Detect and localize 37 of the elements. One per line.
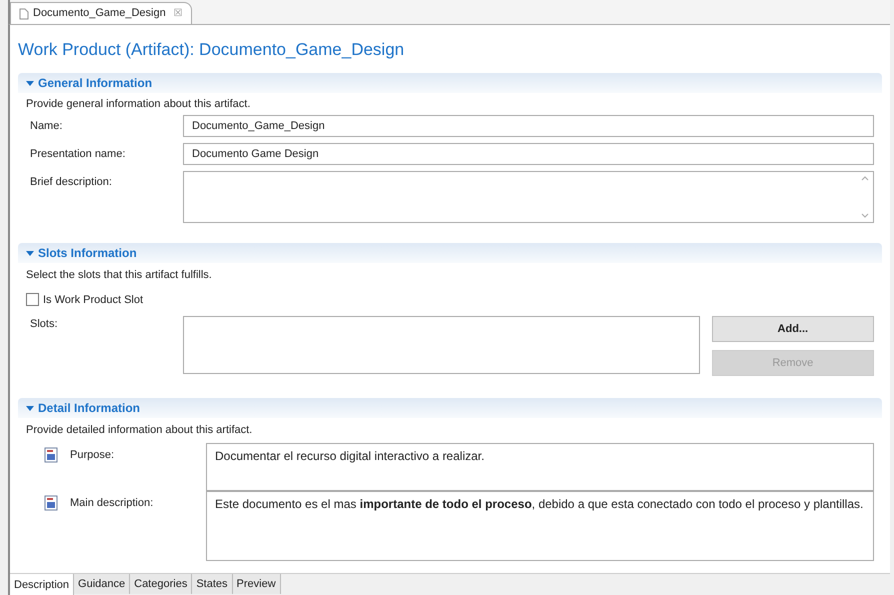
field-label: Purpose:: [70, 448, 114, 462]
page-tab[interactable]: States: [192, 574, 233, 594]
section-title[interactable]: General Information: [38, 74, 152, 92]
field-label: Presentation name:: [29, 147, 126, 162]
page-title: Work Product (Artifact): Documento_Game_Design: [17, 39, 406, 61]
collapse-caret-icon[interactable]: [26, 78, 34, 86]
section-title[interactable]: Slots Information: [38, 244, 137, 262]
checkbox-label: Is Work Product Slot: [43, 292, 144, 308]
slots-list[interactable]: [183, 316, 700, 374]
page-tab[interactable]: Guidance: [74, 574, 130, 594]
field-label: Name:: [29, 119, 64, 134]
collapse-caret-icon[interactable]: [26, 404, 34, 412]
rich-text-field[interactable]: Este documento es el mas importante de todo el proceso, debido a que esta conectado con todo el proceso y plantillas.: [206, 490, 874, 560]
section-title[interactable]: Detail Information: [38, 399, 140, 417]
tab-title: Documento_Game_Design: [33, 6, 166, 22]
field-label: Main description:: [70, 496, 154, 510]
text-field[interactable]: Documento Game Design: [183, 143, 874, 165]
add-button[interactable]: Add...: [712, 316, 874, 342]
rich-text-field[interactable]: Documentar el recurso digital interactivo a realizar.: [206, 442, 874, 490]
section-description: Select the slots that this artifact fulfills.: [25, 268, 213, 283]
text-field[interactable]: Documento_Game_Design: [183, 115, 874, 137]
collapse-caret-icon[interactable]: [26, 249, 34, 257]
scroll-down-icon[interactable]: [861, 213, 869, 218]
text-area[interactable]: [183, 171, 874, 223]
scroll-up-icon[interactable]: [861, 176, 869, 181]
text-document-icon: [44, 494, 58, 510]
page-tab[interactable]: Categories: [130, 574, 192, 594]
section-description: Provide general information about this artifact.: [25, 96, 252, 112]
field-label: Brief description:: [29, 175, 113, 190]
section-description: Provide detailed information about this artifact.: [25, 423, 254, 438]
file-icon: [19, 8, 29, 20]
field-label: Slots:: [29, 317, 59, 332]
checkbox[interactable]: [26, 293, 39, 306]
page-tab[interactable]: Description: [10, 574, 74, 595]
editor-tab[interactable]: Documento_Game_Design ☒: [10, 2, 192, 24]
text-document-icon: [44, 446, 58, 462]
page-tab[interactable]: Preview: [232, 574, 281, 594]
